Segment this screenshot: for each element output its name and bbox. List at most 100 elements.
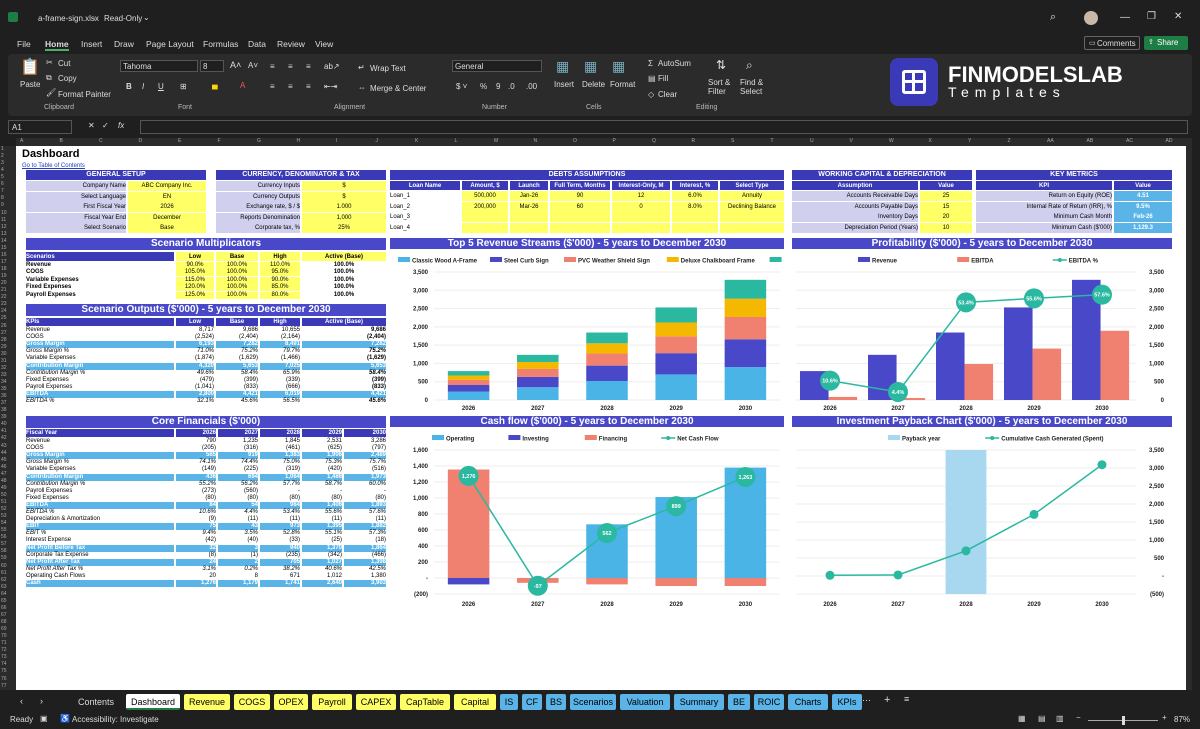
row-header[interactable]: 43 <box>1 443 7 449</box>
next-sheet-icon[interactable]: › <box>40 696 43 706</box>
column-header-g[interactable]: G <box>257 138 261 144</box>
column-header-z[interactable]: Z <box>1008 138 1011 144</box>
column-header-ad[interactable]: AD <box>1166 138 1173 144</box>
column-header-s[interactable]: S <box>731 138 734 144</box>
normal-view-icon[interactable]: ▦ <box>1018 714 1026 723</box>
row-header[interactable]: 59 <box>1 555 7 561</box>
row-header[interactable]: 44 <box>1 450 7 456</box>
row-header[interactable]: 74 <box>1 661 7 667</box>
row-header[interactable]: 36 <box>1 393 7 399</box>
column-header-v[interactable]: V <box>850 138 853 144</box>
cancel-icon[interactable]: ✕ <box>88 121 95 130</box>
row-header[interactable]: 37 <box>1 400 7 406</box>
vertical-scrollbar[interactable] <box>1186 146 1192 690</box>
column-header-y[interactable]: Y <box>968 138 971 144</box>
close-icon[interactable]: ✕ <box>1174 11 1182 22</box>
column-header-i[interactable]: I <box>336 138 337 144</box>
sheet-tab-cf[interactable]: CF <box>522 694 542 710</box>
row-header[interactable]: 64 <box>1 591 7 597</box>
row-header[interactable]: 3 <box>1 160 4 166</box>
formula-input[interactable] <box>140 120 1188 134</box>
format-cells-icon[interactable]: ▦ <box>612 58 625 75</box>
insert-label[interactable]: Insert <box>554 80 574 89</box>
sheet-tab-roic[interactable]: ROIC <box>754 694 784 710</box>
row-header[interactable]: 7 <box>1 188 4 194</box>
row-header[interactable]: 50 <box>1 492 7 498</box>
row-header[interactable]: 47 <box>1 471 7 477</box>
percent-icon[interactable]: % <box>480 82 487 91</box>
row-header[interactable]: 63 <box>1 584 7 590</box>
row-header[interactable]: 41 <box>1 428 7 434</box>
column-header-h[interactable]: H <box>297 138 301 144</box>
menu-insert[interactable]: Insert <box>81 39 102 49</box>
row-header[interactable]: 33 <box>1 372 7 378</box>
column-header-d[interactable]: D <box>139 138 143 144</box>
row-header[interactable]: 49 <box>1 485 7 491</box>
column-header-c[interactable]: C <box>99 138 103 144</box>
column-header-e[interactable]: E <box>178 138 181 144</box>
find-select-label[interactable]: Find & Select <box>740 78 774 96</box>
row-header[interactable]: 5 <box>1 174 4 180</box>
cut-icon[interactable]: ✂ <box>46 58 53 67</box>
column-header-w[interactable]: W <box>889 138 894 144</box>
menu-review[interactable]: Review <box>277 39 305 49</box>
grow-font-icon[interactable]: A˄ <box>230 60 241 70</box>
row-header[interactable]: 30 <box>1 351 7 357</box>
row-header[interactable]: 55 <box>1 527 7 533</box>
row-header[interactable]: 66 <box>1 605 7 611</box>
row-header[interactable]: 6 <box>1 181 4 187</box>
sheet-tab-bs[interactable]: BS <box>546 694 566 710</box>
font-name-box[interactable]: Tahoma <box>120 60 198 72</box>
search-icon[interactable]: ⌕ <box>1050 11 1056 24</box>
row-header[interactable]: 56 <box>1 534 7 540</box>
row-header[interactable]: 2 <box>1 153 4 159</box>
row-header[interactable]: 11 <box>1 217 6 223</box>
row-header[interactable]: 46 <box>1 464 7 470</box>
delete-label[interactable]: Delete <box>582 80 605 89</box>
sheet-tab-charts[interactable]: Charts <box>788 694 828 710</box>
fill-label[interactable]: Fill <box>658 74 668 83</box>
row-header[interactable]: 61 <box>1 570 7 576</box>
sheet-tab-valuation[interactable]: Valuation <box>620 694 670 710</box>
row-header[interactable]: 71 <box>1 640 7 646</box>
comma-icon[interactable]: 9 <box>496 82 500 91</box>
sheet-tab-summary[interactable]: Summary <box>674 694 724 710</box>
row-header[interactable]: 68 <box>1 619 7 625</box>
column-header-a[interactable]: A <box>20 138 23 144</box>
column-header-j[interactable]: J <box>376 138 379 144</box>
row-header[interactable]: 73 <box>1 654 7 660</box>
page-layout-icon[interactable]: ▤ <box>1038 714 1046 723</box>
sheet-tab-dashboard[interactable]: Dashboard <box>126 694 180 710</box>
align-top-icon[interactable]: ≡ <box>270 62 275 71</box>
align-left-icon[interactable]: ≡ <box>270 82 275 91</box>
row-header[interactable]: 72 <box>1 647 7 653</box>
copy-icon[interactable]: ⧉ <box>46 73 52 83</box>
italic-icon[interactable]: I <box>142 82 144 91</box>
cut-label[interactable]: Cut <box>58 59 70 68</box>
row-header[interactable]: 32 <box>1 365 7 371</box>
title-dropdown-icon[interactable]: ⌄ <box>143 13 150 22</box>
row-header[interactable]: 29 <box>1 344 7 350</box>
row-header[interactable]: 9 <box>1 202 4 208</box>
borders-icon[interactable]: ⊞ <box>180 82 187 91</box>
row-header[interactable]: 67 <box>1 612 7 618</box>
sheet-tab-payroll[interactable]: Payroll <box>312 694 352 710</box>
align-bottom-icon[interactable]: ≡ <box>306 62 311 71</box>
column-header-x[interactable]: X <box>929 138 932 144</box>
row-header[interactable]: 69 <box>1 626 7 632</box>
row-header[interactable]: 35 <box>1 386 7 392</box>
sheet-tab-kpis[interactable]: KPIs <box>832 694 862 710</box>
enter-icon[interactable]: ✓ <box>102 121 109 130</box>
sheet-tab-cogs[interactable]: COGS <box>234 694 270 710</box>
sheet-tab-capital[interactable]: Capital <box>454 694 496 710</box>
merge-center-label[interactable]: Merge & Center <box>370 84 426 93</box>
sort-filter-label[interactable]: Sort & Filter <box>708 78 738 96</box>
row-header[interactable]: 20 <box>1 280 7 286</box>
row-header[interactable]: 8 <box>1 195 4 201</box>
column-header-n[interactable]: N <box>534 138 538 144</box>
menu-file[interactable]: File <box>17 39 31 49</box>
sheet-tab-opex[interactable]: OPEX <box>274 694 308 710</box>
row-header[interactable]: 26 <box>1 323 7 329</box>
avatar[interactable] <box>1084 11 1098 25</box>
row-header[interactable]: 27 <box>1 330 7 336</box>
